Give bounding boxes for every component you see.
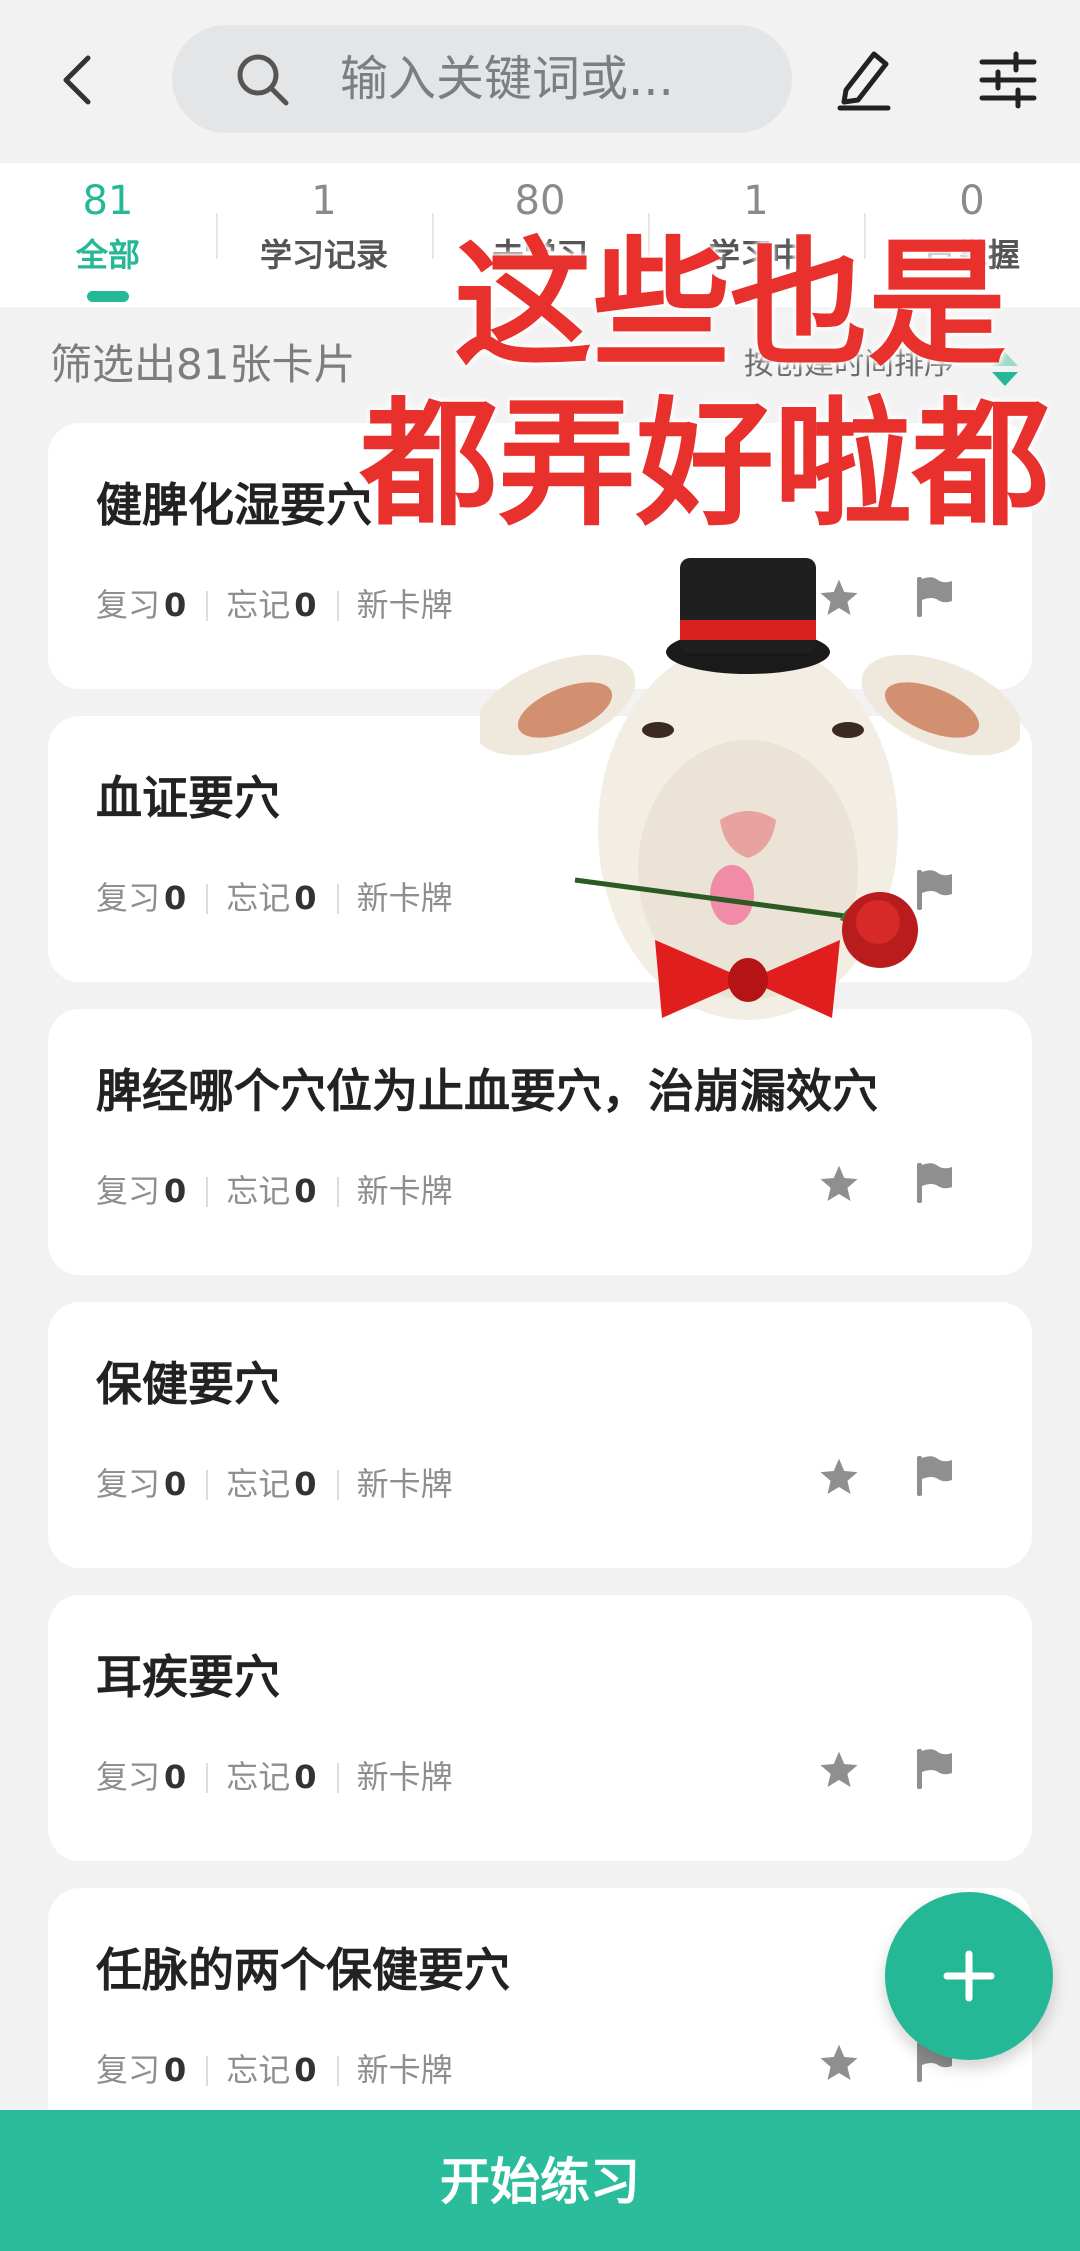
card-tag: 新卡牌: [356, 1172, 453, 1210]
back-icon[interactable]: [50, 50, 110, 110]
stat-divider: [206, 1763, 209, 1793]
forget-count: 0: [294, 1465, 317, 1503]
review-label: 复习: [96, 1465, 161, 1503]
forget-count: 0: [294, 879, 317, 917]
star-icon[interactable]: [818, 1456, 860, 1498]
search-placeholder: 输入关键词或...: [340, 51, 674, 107]
card-tag: 新卡牌: [356, 586, 453, 624]
star-icon[interactable]: [818, 1163, 860, 1205]
active-tab-indicator: [87, 291, 129, 302]
start-practice-label: 开始练习: [440, 2153, 640, 2211]
card-stats: 复习 0 忘记 0 新卡牌: [96, 1755, 453, 1799]
review-count: 0: [164, 1758, 187, 1796]
review-label: 复习: [96, 1758, 161, 1796]
tab-count: 81: [82, 178, 134, 224]
edit-icon[interactable]: [834, 46, 894, 112]
card-tag: 新卡牌: [356, 2051, 453, 2089]
star-icon[interactable]: [818, 1749, 860, 1791]
forget-label: 忘记: [226, 879, 291, 917]
card-stats: 复习 0 忘记 0 新卡牌: [96, 583, 453, 627]
tab-count: 0: [959, 178, 985, 224]
stat-divider: [336, 1177, 339, 1207]
plus-icon: [943, 1950, 995, 2002]
card-item[interactable]: 耳疾要穴 复习 0 忘记 0 新卡牌: [48, 1595, 1032, 1861]
sheep-sticker-image: [480, 558, 1020, 1020]
sticker-caption-line1: 这些也是: [453, 224, 1006, 385]
card-tag: 新卡牌: [356, 1465, 453, 1503]
filter-icon[interactable]: [978, 50, 1038, 110]
start-practice-button[interactable]: 开始练习: [0, 2110, 1080, 2251]
forget-label: 忘记: [226, 1465, 291, 1503]
add-card-button[interactable]: [885, 1892, 1053, 2060]
stat-divider: [336, 2056, 339, 2086]
stat-divider: [206, 884, 209, 914]
tab-count: 1: [743, 178, 769, 224]
forget-count: 0: [294, 586, 317, 624]
forget-label: 忘记: [226, 586, 291, 624]
review-label: 复习: [96, 586, 161, 624]
card-stats: 复习 0 忘记 0 新卡牌: [96, 876, 453, 920]
card-tag: 新卡牌: [356, 1758, 453, 1796]
flag-icon[interactable]: [914, 1747, 954, 1791]
card-stats: 复习 0 忘记 0 新卡牌: [96, 1169, 453, 1213]
search-icon: [237, 54, 289, 106]
stat-divider: [206, 2056, 209, 2086]
forget-count: 0: [294, 1758, 317, 1796]
card-title: 任脉的两个保健要穴: [96, 1943, 510, 1997]
review-label: 复习: [96, 1172, 161, 1210]
stat-divider: [336, 884, 339, 914]
forget-count: 0: [294, 1172, 317, 1210]
tab-all[interactable]: 81 全部: [0, 163, 216, 307]
card-title: 保健要穴: [96, 1357, 280, 1411]
card-title: 耳疾要穴: [96, 1650, 280, 1704]
stat-divider: [336, 1763, 339, 1793]
card-stats: 复习 0 忘记 0 新卡牌: [96, 2048, 453, 2092]
filter-summary: 筛选出81张卡片: [50, 340, 356, 389]
flag-icon[interactable]: [914, 1161, 954, 1205]
review-count: 0: [164, 1465, 187, 1503]
tab-count: 1: [311, 178, 337, 224]
card-title: 血证要穴: [96, 771, 280, 825]
forget-count: 0: [294, 2051, 317, 2089]
stat-divider: [206, 1177, 209, 1207]
stat-divider: [206, 1470, 209, 1500]
card-item[interactable]: 脾经哪个穴位为止血要穴，治崩漏效穴 复习 0 忘记 0 新卡牌: [48, 1009, 1032, 1275]
review-count: 0: [164, 879, 187, 917]
stat-divider: [206, 591, 209, 621]
review-count: 0: [164, 1172, 187, 1210]
review-label: 复习: [96, 879, 161, 917]
forget-label: 忘记: [226, 1172, 291, 1210]
tab-count: 80: [514, 178, 566, 224]
review-label: 复习: [96, 2051, 161, 2089]
card-title: 脾经哪个穴位为止血要穴，治崩漏效穴: [96, 1064, 878, 1118]
forget-label: 忘记: [226, 1758, 291, 1796]
review-count: 0: [164, 586, 187, 624]
search-input[interactable]: 输入关键词或...: [172, 25, 792, 133]
flag-icon[interactable]: [914, 1454, 954, 1498]
sticker-caption-line2: 都弄好啦都: [359, 384, 1050, 545]
card-stats: 复习 0 忘记 0 新卡牌: [96, 1462, 453, 1506]
tab-label: 全部: [75, 236, 140, 274]
stat-divider: [336, 591, 339, 621]
top-bar: 输入关键词或...: [0, 0, 1080, 160]
forget-label: 忘记: [226, 2051, 291, 2089]
review-count: 0: [164, 2051, 187, 2089]
star-icon[interactable]: [818, 2042, 860, 2084]
stat-divider: [336, 1470, 339, 1500]
card-tag: 新卡牌: [356, 879, 453, 917]
sticker-caption: 这些也是 都弄好啦都: [360, 224, 1080, 545]
card-item[interactable]: 保健要穴 复习 0 忘记 0 新卡牌: [48, 1302, 1032, 1568]
